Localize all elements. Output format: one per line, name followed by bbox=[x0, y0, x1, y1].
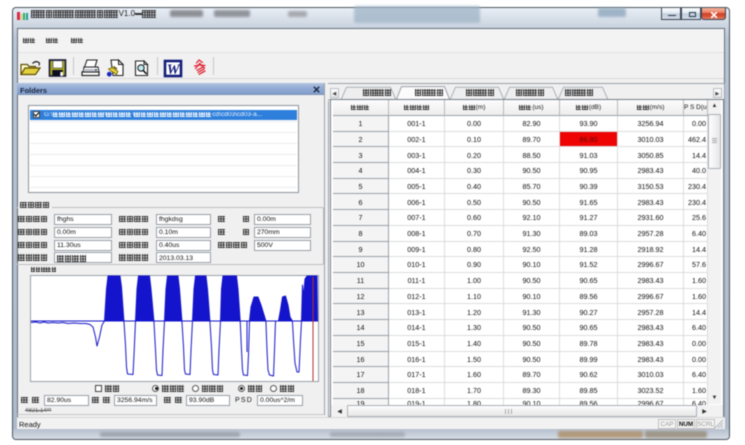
svg-text:W: W bbox=[167, 62, 181, 78]
